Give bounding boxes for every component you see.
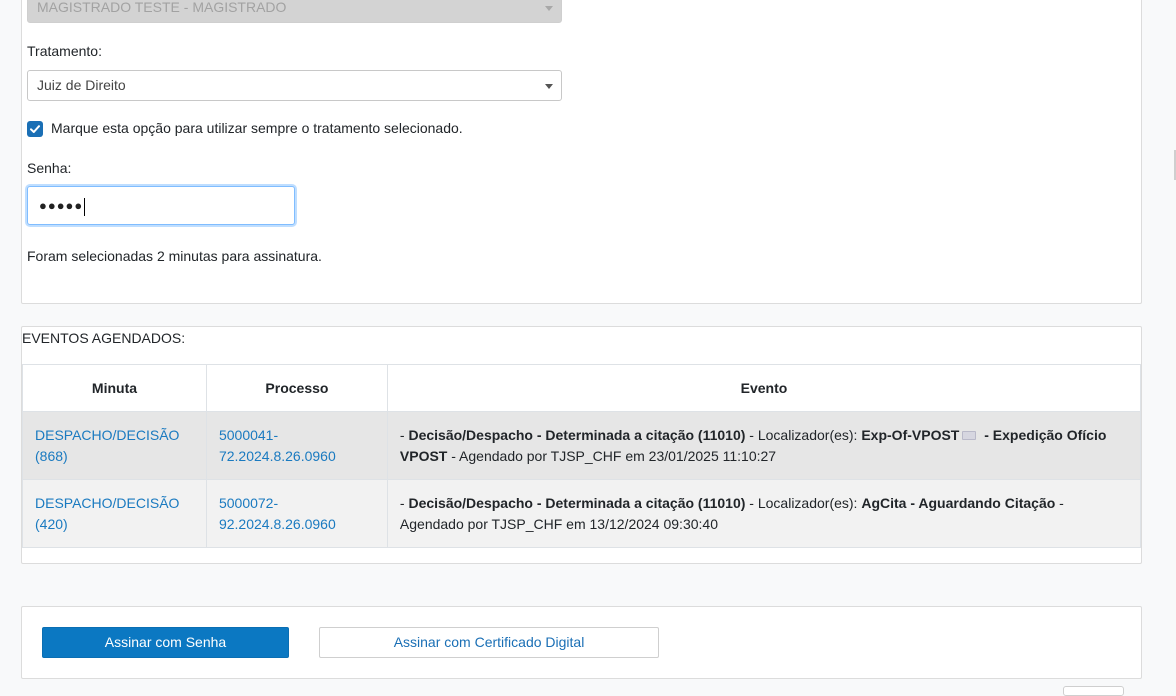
minuta-link-line: DESPACHO/DECISÃO xyxy=(35,426,180,443)
magistrado-select: MAGISTRADO TESTE - MAGISTRADO xyxy=(27,0,562,23)
selection-info-text: Foram selecionadas 2 minutas para assina… xyxy=(27,248,322,264)
always-use-tratamento-label[interactable]: Marque esta opção para utilizar sempre o… xyxy=(51,120,463,136)
processo-link-line: 5000072- xyxy=(218,494,279,511)
text-cursor xyxy=(84,197,86,216)
evento-text: - Agendado por TJSP_CHF em 23/01/2025 11… xyxy=(447,447,777,464)
evento-cell: - Decisão/Despacho - Determinada a citaç… xyxy=(386,411,1142,480)
processo-link-line: 72.2024.8.26.0960 xyxy=(218,447,336,464)
sign-with-certificate-button[interactable]: Assinar com Certificado Digital xyxy=(319,627,659,658)
processo-link[interactable]: 5000072- 92.2024.8.26.0960 xyxy=(219,495,336,532)
footer-control xyxy=(1063,686,1124,696)
minuta-link-line: (868) xyxy=(35,447,68,464)
sign-with-password-button[interactable]: Assinar com Senha xyxy=(42,627,289,658)
evento-text: - Localizador(es): xyxy=(745,426,862,443)
tratamento-label: Tratamento: xyxy=(27,43,102,59)
processo-cell: 5000072- 92.2024.8.26.0960 xyxy=(205,479,388,548)
tratamento-select-value: Juiz de Direito xyxy=(37,77,126,93)
processo-link[interactable]: 5000041- 72.2024.8.26.0960 xyxy=(219,427,336,464)
localizador-description: AgCita - Aguardando Citação xyxy=(861,494,1056,511)
section-title: EVENTOS AGENDADOS: xyxy=(22,330,186,346)
processo-link-line: 92.2024.8.26.0960 xyxy=(218,515,336,532)
chevron-down-icon xyxy=(545,84,553,89)
column-header-minuta: Minuta xyxy=(22,364,207,412)
checkmark-icon xyxy=(30,125,40,133)
processo-cell: 5000041- 72.2024.8.26.0960 xyxy=(205,411,388,480)
evento-text: - Localizador(es): xyxy=(745,494,862,511)
evento-type: Decisão/Despacho - Determinada a citação… xyxy=(408,494,746,511)
chevron-down-icon xyxy=(545,6,553,11)
magistrado-select-value: MAGISTRADO TESTE - MAGISTRADO xyxy=(37,0,287,15)
processo-link-line: 5000041- xyxy=(218,426,279,443)
envelope-icon xyxy=(962,431,977,441)
localizador-code: Exp-Of-VPOST xyxy=(861,426,960,443)
evento-type: Decisão/Despacho - Determinada a citação… xyxy=(408,426,746,443)
table-row: DESPACHO/DECISÃO (868) 5000041- 72.2024.8.… xyxy=(22,411,1142,480)
minuta-link[interactable]: DESPACHO/DECISÃO (420) xyxy=(35,495,179,532)
senha-label: Senha: xyxy=(27,160,72,176)
minuta-cell: DESPACHO/DECISÃO (420) xyxy=(22,479,207,548)
column-header-evento: Evento xyxy=(386,364,1142,412)
minuta-link-line: (420) xyxy=(35,515,68,532)
always-use-tratamento-checkbox[interactable] xyxy=(27,121,43,137)
tratamento-select[interactable]: Juiz de Direito xyxy=(27,70,562,101)
minuta-link-line: DESPACHO/DECISÃO xyxy=(35,494,180,511)
table-header-row: Minuta Processo Evento xyxy=(22,364,1142,412)
actions-panel: Assinar com Senha Assinar com Certificad… xyxy=(21,606,1142,679)
table-row: DESPACHO/DECISÃO (420) 5000072- 92.2024.8.… xyxy=(22,479,1142,548)
senha-input-value: ●●●●● xyxy=(39,198,84,213)
signature-form-panel: MAGISTRADO TESTE - MAGISTRADO Tratamento… xyxy=(21,0,1142,304)
events-table: Minuta Processo Evento DESPACHO/DECISÃO (… xyxy=(22,364,1142,548)
scheduled-events-panel: EVENTOS AGENDADOS: Minuta Processo Event… xyxy=(21,326,1142,564)
minuta-link[interactable]: DESPACHO/DECISÃO (868) xyxy=(35,427,179,464)
evento-cell: - Decisão/Despacho - Determinada a citaç… xyxy=(386,479,1142,548)
minuta-cell: DESPACHO/DECISÃO (868) xyxy=(22,411,207,480)
senha-input[interactable]: ●●●●● xyxy=(27,186,295,225)
column-header-processo: Processo xyxy=(205,364,388,412)
